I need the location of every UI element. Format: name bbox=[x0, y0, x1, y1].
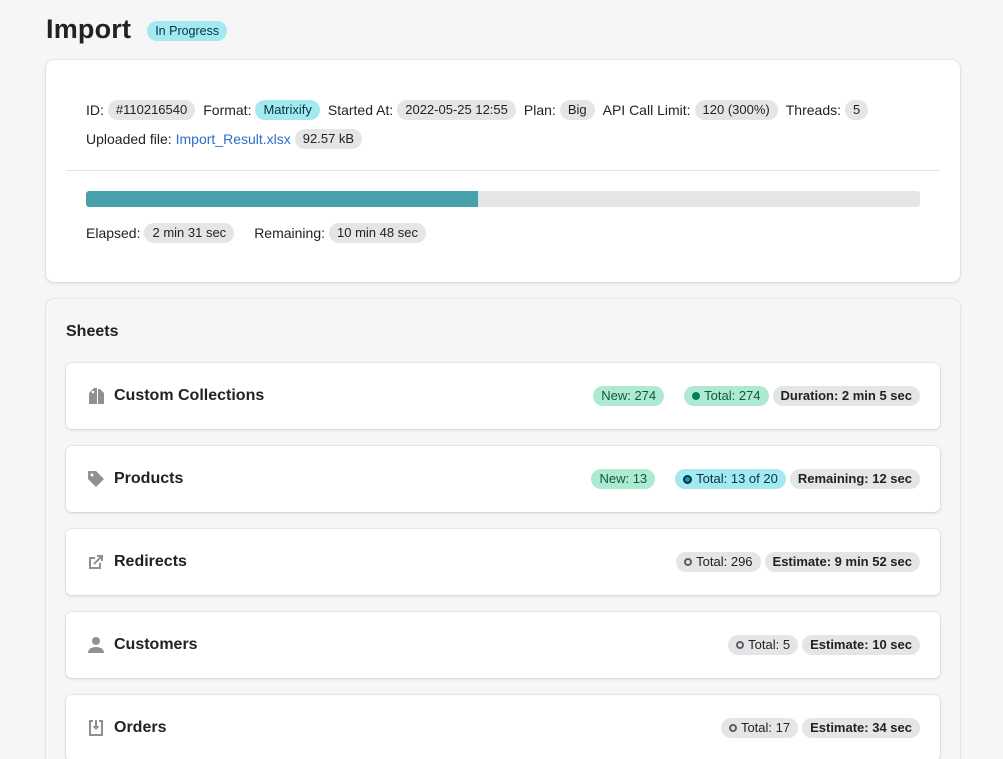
sheet-badges: Total: 17 Estimate: 34 sec bbox=[720, 718, 920, 738]
total-badge: Total: 17 bbox=[720, 718, 799, 738]
uploaded-file-row: Uploaded file: Import_Result.xlsx 92.57 … bbox=[86, 129, 363, 149]
total-badge: Total: 274 bbox=[684, 386, 769, 406]
api-limit-label: API Call Limit: bbox=[602, 102, 691, 118]
id-value: #110216540 bbox=[107, 100, 196, 120]
pending-dot-icon bbox=[736, 641, 745, 649]
total-text: Total: 296 bbox=[696, 554, 753, 569]
total-text: Total: 13 of 20 bbox=[696, 471, 778, 486]
plan-label: Plan: bbox=[523, 102, 556, 118]
sheet-badges: New: 274 Total: 274 Duration: 2 min 5 se… bbox=[593, 386, 920, 406]
import-meta-row: ID: #110216540 Format: Matrixify Started… bbox=[86, 100, 869, 120]
sheet-item-customers[interactable]: Customers Total: 5 Estimate: 10 sec bbox=[66, 612, 940, 678]
sheet-badges: Total: 5 Estimate: 10 sec bbox=[728, 635, 920, 655]
started-label: Started At: bbox=[327, 102, 394, 118]
total-badge: Total: 5 bbox=[728, 635, 799, 655]
remaining-badge: Remaining: 12 sec bbox=[789, 469, 920, 489]
sheet-name: Orders bbox=[114, 719, 167, 736]
progress-bar bbox=[86, 191, 920, 207]
threads-value: 5 bbox=[845, 100, 869, 120]
complete-dot-icon bbox=[692, 392, 701, 400]
id-label: ID: bbox=[86, 102, 104, 118]
duration-badge: Duration: 2 min 5 sec bbox=[772, 386, 920, 406]
total-text: Total: 274 bbox=[704, 388, 761, 403]
started-value: 2022-05-25 12:55 bbox=[397, 100, 516, 120]
collections-icon bbox=[86, 386, 106, 406]
person-icon bbox=[86, 635, 106, 655]
sheet-item-orders[interactable]: Orders Total: 17 Estimate: 34 sec bbox=[66, 695, 940, 759]
threads-label: Threads: bbox=[785, 102, 841, 118]
remaining-value: 10 min 48 sec bbox=[329, 223, 426, 243]
new-count-badge: New: 274 bbox=[593, 386, 665, 406]
new-count-badge: New: 13 bbox=[591, 469, 656, 489]
format-label: Format: bbox=[203, 102, 252, 118]
sheet-badges: Total: 296 Estimate: 9 min 52 sec bbox=[676, 552, 920, 572]
sheet-name: Customers bbox=[114, 636, 198, 653]
status-badge: In Progress bbox=[147, 20, 228, 41]
estimate-badge: Estimate: 34 sec bbox=[802, 718, 920, 738]
divider bbox=[66, 170, 940, 171]
total-badge: Total: 296 bbox=[676, 552, 761, 572]
sheet-name: Redirects bbox=[114, 553, 187, 570]
sheets-title: Sheets bbox=[66, 323, 119, 340]
format-value: Matrixify bbox=[255, 100, 320, 120]
sheet-badges: New: 13 Total: 13 of 20 Remaining: 12 se… bbox=[591, 469, 920, 489]
elapsed-label: Elapsed: bbox=[86, 225, 141, 241]
sheet-item-products[interactable]: Products New: 13 Total: 13 of 20 Remaini… bbox=[66, 446, 940, 512]
estimate-badge: Estimate: 10 sec bbox=[802, 635, 920, 655]
uploaded-file-size: 92.57 kB bbox=[294, 129, 363, 149]
total-text: Total: 17 bbox=[740, 720, 791, 735]
page-header: Import In Progress bbox=[46, 14, 228, 45]
api-limit-value: 120 (300%) bbox=[694, 100, 778, 120]
estimate-badge: Estimate: 9 min 52 sec bbox=[764, 552, 920, 572]
remaining-label: Remaining: bbox=[254, 225, 326, 241]
import-info-card: ID: #110216540 Format: Matrixify Started… bbox=[46, 60, 960, 282]
sheet-item-custom-collections[interactable]: Custom Collections New: 274 Total: 274 D… bbox=[66, 363, 940, 429]
page-title: Import bbox=[46, 14, 132, 44]
timing-row: Elapsed: 2 min 31 sec Remaining: 10 min … bbox=[86, 223, 426, 243]
progress-bar-fill bbox=[86, 191, 478, 207]
uploaded-file-link[interactable]: Import_Result.xlsx bbox=[176, 131, 291, 147]
total-badge: Total: 13 of 20 bbox=[675, 469, 786, 489]
pending-dot-icon bbox=[684, 558, 693, 566]
sheet-name: Custom Collections bbox=[114, 387, 265, 404]
uploaded-file-label: Uploaded file: bbox=[86, 131, 172, 147]
total-text: Total: 5 bbox=[748, 637, 791, 652]
pending-dot-icon bbox=[728, 724, 737, 732]
import-icon bbox=[86, 718, 106, 738]
elapsed-value: 2 min 31 sec bbox=[144, 223, 235, 243]
sheet-name: Products bbox=[114, 470, 184, 487]
external-link-icon bbox=[86, 552, 106, 572]
plan-value: Big bbox=[559, 100, 595, 120]
tag-icon bbox=[86, 469, 106, 489]
sheets-card: Sheets Custom Collections New: 274 Total… bbox=[46, 299, 960, 759]
in-progress-dot-icon bbox=[683, 474, 693, 484]
sheet-item-redirects[interactable]: Redirects Total: 296 Estimate: 9 min 52 … bbox=[66, 529, 940, 595]
